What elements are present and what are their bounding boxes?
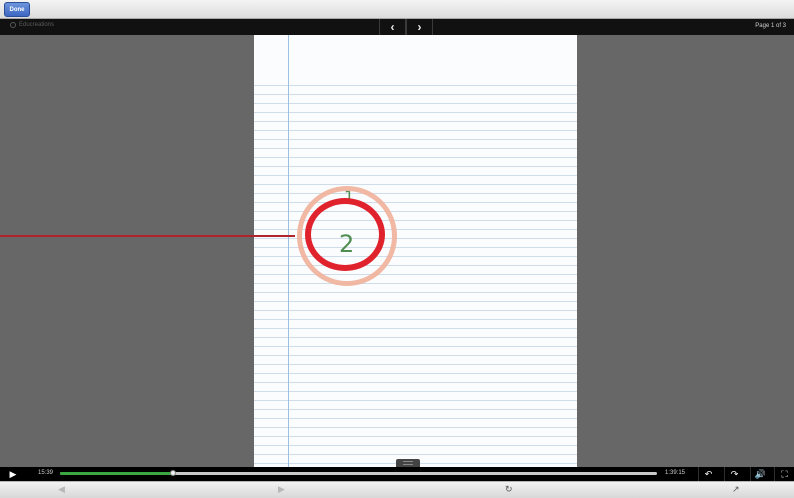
brand-name: Educreations <box>19 22 55 28</box>
redo-icon: ↷ <box>730 468 739 479</box>
previous-page-button[interactable]: ‹ <box>379 19 406 35</box>
drawer-handle[interactable] <box>396 459 420 467</box>
bottom-toolbar: ◀ ▶ ↻ ↗ <box>0 481 794 498</box>
play-icon: ▶ <box>9 468 17 479</box>
total-time: 1:39:15 <box>665 470 686 476</box>
undo-icon: ↶ <box>704 468 713 479</box>
undo-button[interactable]: ↶ <box>698 467 718 481</box>
lesson-stage: 1 2 <box>0 35 794 467</box>
brand: Educreations <box>10 22 54 28</box>
volume-icon: 🔊 <box>754 468 767 479</box>
top-toolbar: Done <box>0 0 794 19</box>
grip-icon <box>403 461 413 465</box>
paper-header <box>254 35 577 77</box>
lesson-navbar: Educreations ‹ › Page 1 of 3 <box>0 19 794 35</box>
progress-fill <box>60 472 174 475</box>
highlight-circle <box>305 198 385 271</box>
page-indicator: Page 1 of 3 <box>755 23 786 29</box>
brand-logo-icon <box>10 22 16 28</box>
margin-line <box>288 35 289 467</box>
share-icon[interactable]: ↗ <box>732 484 740 495</box>
redo-button[interactable]: ↷ <box>724 467 744 481</box>
back-icon[interactable]: ◀ <box>58 484 65 495</box>
page-navigation: ‹ › <box>379 19 435 35</box>
forward-icon[interactable]: ▶ <box>278 484 285 495</box>
chevron-left-icon: ‹ <box>390 20 395 34</box>
player-bar: ▶ 15:39 1:39:15 ↶ ↷ 🔊 ⛶ <box>0 467 794 481</box>
callout-line <box>0 235 295 237</box>
reload-icon[interactable]: ↻ <box>505 484 513 495</box>
fullscreen-icon: ⛶ <box>781 468 788 479</box>
current-time: 15:39 <box>38 470 54 476</box>
play-button[interactable]: ▶ <box>8 469 18 479</box>
chevron-right-icon: › <box>417 20 422 34</box>
volume-button[interactable]: 🔊 <box>750 467 770 481</box>
fullscreen-button[interactable]: ⛶ <box>774 467 794 481</box>
progress-track[interactable] <box>60 470 657 476</box>
progress-thumb[interactable] <box>170 470 177 476</box>
done-button[interactable]: Done <box>4 2 30 17</box>
next-page-button[interactable]: › <box>406 19 433 35</box>
